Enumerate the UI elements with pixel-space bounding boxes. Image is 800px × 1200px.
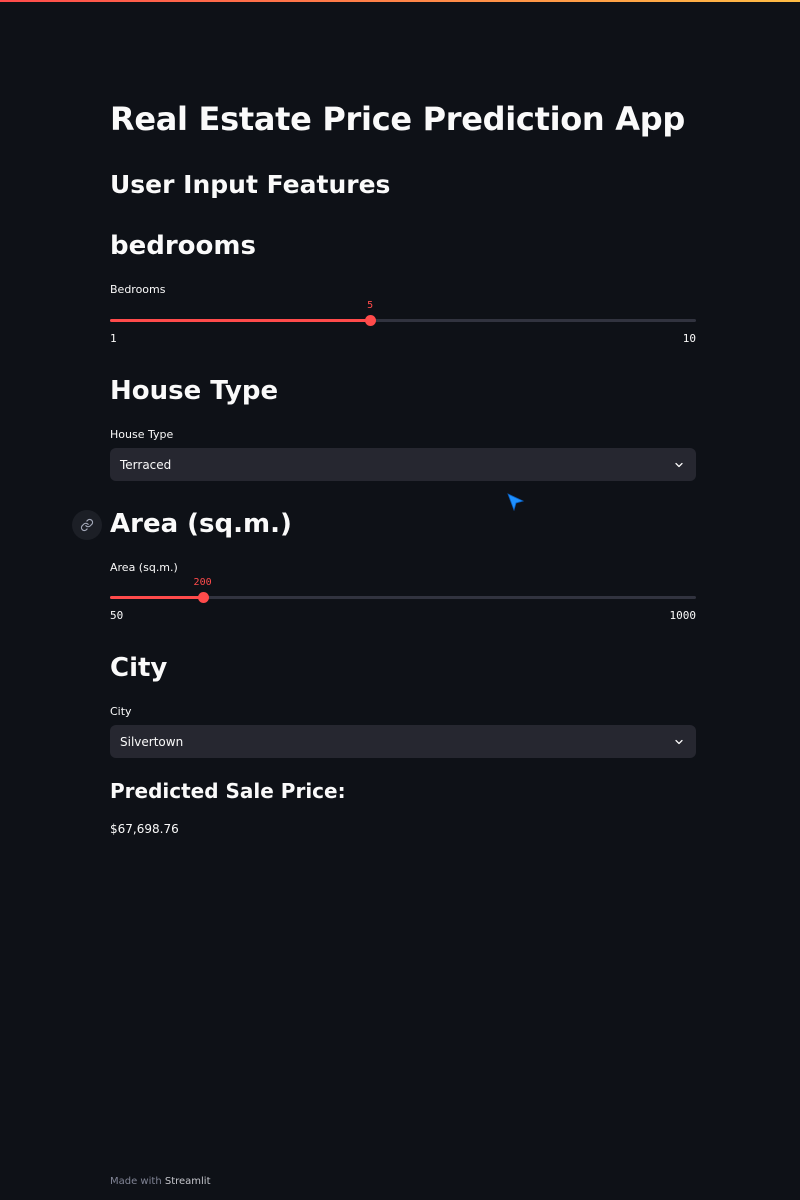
page-title: Real Estate Price Prediction App bbox=[110, 100, 685, 138]
footer-prefix: Made with bbox=[110, 1176, 162, 1187]
area-slider[interactable]: 200 50 1000 bbox=[110, 577, 696, 622]
slider-value: 200 bbox=[193, 577, 212, 588]
predicted-price-header: Predicted Sale Price: bbox=[110, 779, 346, 803]
footer: Made with Streamlit bbox=[110, 1176, 211, 1187]
mouse-cursor-icon bbox=[507, 493, 525, 512]
house-type-select[interactable]: Terraced bbox=[110, 448, 696, 481]
app-page: Real Estate Price Prediction App User In… bbox=[0, 0, 800, 1200]
city-select[interactable]: Silvertown bbox=[110, 725, 696, 758]
user-input-features-header: User Input Features bbox=[110, 170, 391, 199]
chevron-down-icon[interactable] bbox=[672, 735, 686, 749]
city-select-label: City bbox=[110, 705, 132, 718]
area-header: Area (sq.m.) bbox=[110, 509, 292, 539]
house-type-header: House Type bbox=[110, 376, 279, 406]
city-header: City bbox=[110, 653, 168, 683]
bedrooms-slider-label: Bedrooms bbox=[110, 283, 166, 296]
slider-thumb[interactable] bbox=[365, 315, 377, 326]
slider-max-label: 10 bbox=[682, 332, 696, 345]
slider-fill bbox=[110, 596, 203, 599]
bedrooms-slider[interactable]: 5 1 10 bbox=[110, 300, 696, 345]
slider-max-label: 1000 bbox=[669, 609, 697, 622]
house-type-select-label: House Type bbox=[110, 428, 174, 441]
slider-min-label: 50 bbox=[110, 609, 124, 622]
link-icon[interactable] bbox=[72, 510, 102, 540]
bedrooms-header: bedrooms bbox=[110, 231, 256, 261]
slider-fill bbox=[110, 319, 371, 322]
area-slider-label: Area (sq.m.) bbox=[110, 561, 178, 574]
footer-brand-link[interactable]: Streamlit bbox=[165, 1176, 211, 1187]
predicted-price-value: $67,698.76 bbox=[110, 822, 179, 836]
slider-thumb[interactable] bbox=[197, 592, 209, 603]
chevron-down-icon[interactable] bbox=[672, 458, 686, 472]
city-selected-value: Silvertown bbox=[120, 734, 184, 749]
slider-min-label: 1 bbox=[110, 332, 117, 345]
house-type-selected-value: Terraced bbox=[120, 457, 172, 472]
top-decoration-bar bbox=[0, 0, 800, 2]
slider-value: 5 bbox=[367, 300, 374, 311]
